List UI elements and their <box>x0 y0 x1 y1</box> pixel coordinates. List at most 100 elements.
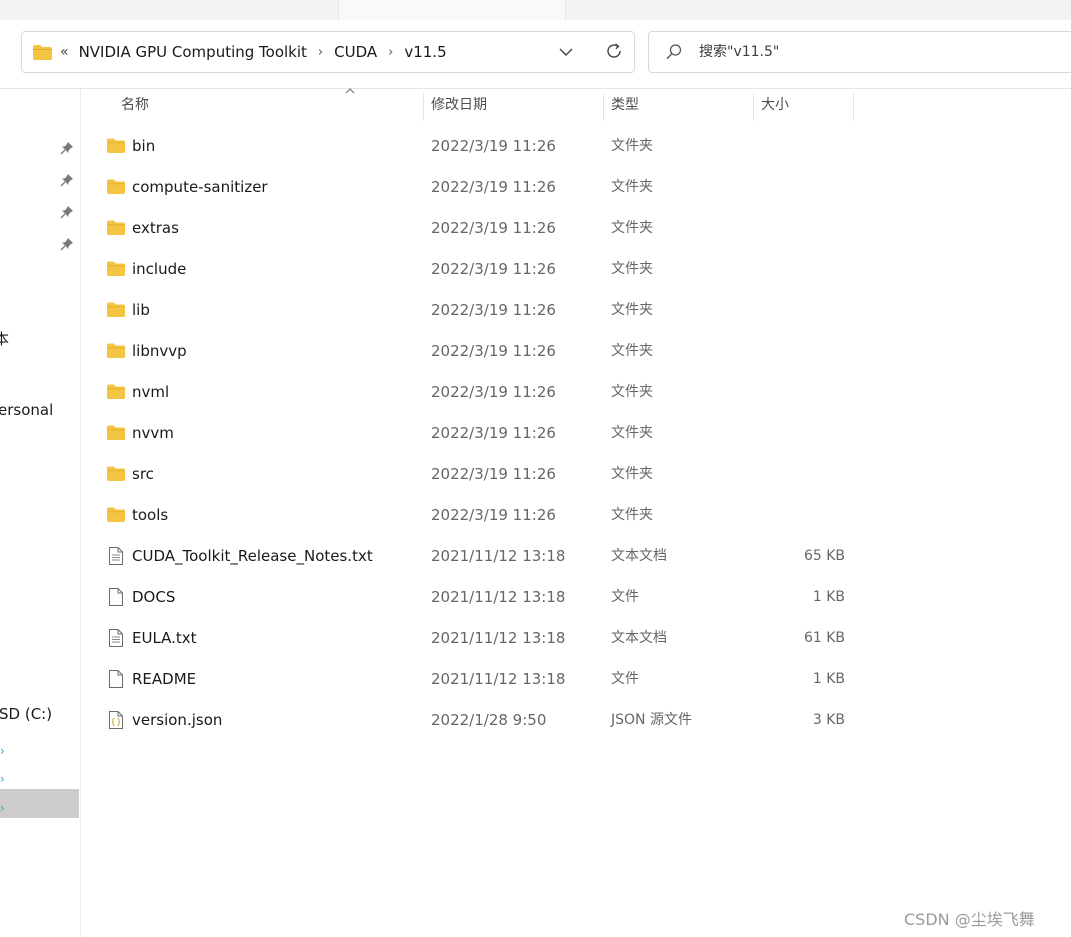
file-size: 3 KB <box>812 712 845 728</box>
column-header-date[interactable]: 修改日期 <box>431 89 487 121</box>
chevron-down-icon[interactable] <box>546 32 586 72</box>
search-box[interactable] <box>648 31 1071 73</box>
breadcrumb-overflow-button[interactable]: « <box>60 44 69 60</box>
file-row[interactable]: bin 2022/3/19 11:26 文件夹 <box>83 126 983 167</box>
file-name: EULA.txt <box>132 629 197 647</box>
pin-icon[interactable] <box>60 140 74 155</box>
folder-icon <box>106 423 126 443</box>
file-size: 61 KB <box>803 630 845 646</box>
file-row[interactable]: lib 2022/3/19 11:26 文件夹 <box>83 290 983 331</box>
file-name: compute-sanitizer <box>132 178 268 196</box>
folder-icon <box>106 464 126 484</box>
file-date: 2022/3/19 11:26 <box>431 465 556 483</box>
file-date: 2021/11/12 13:18 <box>431 629 566 647</box>
file-type: 文件夹 <box>611 261 653 277</box>
file-row[interactable]: src 2022/3/19 11:26 文件夹 <box>83 454 983 495</box>
file-size: 1 KB <box>812 671 845 687</box>
file-date: 2022/3/19 11:26 <box>431 260 556 278</box>
folder-icon <box>106 382 126 402</box>
nav-item-fragment[interactable]: ersonal <box>0 401 53 419</box>
file-name: DOCS <box>132 588 176 606</box>
file-type: 文件夹 <box>611 302 653 318</box>
folder-icon <box>106 505 126 525</box>
file-type: 文件夹 <box>611 425 653 441</box>
file-type: 文件夹 <box>611 466 653 482</box>
tab-strip[interactable] <box>338 0 566 20</box>
folder-icon <box>106 218 126 238</box>
column-header-size[interactable]: 大小 <box>761 89 789 121</box>
expand-arrow-icon[interactable]: › <box>0 801 5 815</box>
chevron-right-icon[interactable]: › <box>318 45 323 60</box>
column-header-name[interactable]: 名称 <box>121 89 149 121</box>
file-type: 文本文档 <box>611 548 667 564</box>
column-header-type[interactable]: 类型 <box>611 89 639 121</box>
file-type: JSON 源文件 <box>611 712 692 728</box>
expand-arrow-icon[interactable]: › <box>0 744 5 758</box>
file-date: 2022/1/28 9:50 <box>431 711 547 729</box>
file-type: 文件夹 <box>611 507 653 523</box>
file-row[interactable]: EULA.txt 2021/11/12 13:18 文本文档 61 KB <box>83 618 983 659</box>
breadcrumb-item[interactable]: v11.5 <box>404 43 446 61</box>
file-name: bin <box>132 137 156 155</box>
file-row[interactable]: extras 2022/3/19 11:26 文件夹 <box>83 208 983 249</box>
refresh-icon[interactable] <box>598 38 630 64</box>
navigation-pane[interactable]: 本 ersonal SD (C:) › › › <box>0 89 80 937</box>
file-name: extras <box>132 219 179 237</box>
breadcrumb: « NVIDIA GPU Computing Toolkit › CUDA › … <box>60 43 447 61</box>
file-type: 文件 <box>611 589 639 605</box>
pin-icon[interactable] <box>60 236 74 251</box>
nav-item-fragment[interactable]: 本 <box>0 328 9 349</box>
file-date: 2021/11/12 13:18 <box>431 547 566 565</box>
file-date: 2021/11/12 13:18 <box>431 670 566 688</box>
file-row[interactable]: nvml 2022/3/19 11:26 文件夹 <box>83 372 983 413</box>
file-row[interactable]: libnvvp 2022/3/19 11:26 文件夹 <box>83 331 983 372</box>
file-date: 2021/11/12 13:18 <box>431 588 566 606</box>
file-type: 文本文档 <box>611 630 667 646</box>
breadcrumb-item[interactable]: NVIDIA GPU Computing Toolkit <box>79 43 307 61</box>
search-input[interactable] <box>697 43 1041 61</box>
json-file-icon <box>106 710 126 730</box>
file-date: 2022/3/19 11:26 <box>431 178 556 196</box>
folder-icon <box>106 259 126 279</box>
nav-item-selected[interactable] <box>0 789 79 818</box>
file-row[interactable]: include 2022/3/19 11:26 文件夹 <box>83 249 983 290</box>
file-type: 文件夹 <box>611 220 653 236</box>
sort-ascending-icon <box>345 81 355 94</box>
file-type: 文件夹 <box>611 343 653 359</box>
pane-divider[interactable] <box>80 89 81 937</box>
folder-icon <box>33 44 52 60</box>
file-name: nvml <box>132 383 170 401</box>
file-date: 2022/3/19 11:26 <box>431 424 556 442</box>
file-type: 文件夹 <box>611 138 653 154</box>
watermark: CSDN @尘埃飞舞 <box>904 910 1035 929</box>
file-list: bin 2022/3/19 11:26 文件夹 compute-sanitizer 20… <box>83 126 983 741</box>
nav-item-local-disk-c[interactable]: SD (C:) <box>0 705 52 723</box>
breadcrumb-item[interactable]: CUDA <box>334 43 377 61</box>
file-name: src <box>132 465 154 483</box>
pin-icon[interactable] <box>60 204 74 219</box>
folder-icon <box>106 177 126 197</box>
pin-icon[interactable] <box>60 172 74 187</box>
folder-icon <box>106 341 126 361</box>
file-row[interactable]: compute-sanitizer 2022/3/19 11:26 文件夹 <box>83 167 983 208</box>
column-divider[interactable] <box>423 93 424 121</box>
file-date: 2022/3/19 11:26 <box>431 506 556 524</box>
chevron-right-icon[interactable]: › <box>388 45 393 60</box>
column-divider[interactable] <box>603 93 604 121</box>
column-divider[interactable] <box>753 93 754 121</box>
folder-icon <box>106 300 126 320</box>
file-row[interactable]: DOCS 2021/11/12 13:18 文件 1 KB <box>83 577 983 618</box>
file-row[interactable]: tools 2022/3/19 11:26 文件夹 <box>83 495 983 536</box>
column-divider[interactable] <box>853 93 854 121</box>
expand-arrow-icon[interactable]: › <box>0 772 5 786</box>
file-icon <box>106 587 126 607</box>
file-row[interactable]: nvvm 2022/3/19 11:26 文件夹 <box>83 413 983 454</box>
file-name: version.json <box>132 711 223 729</box>
file-row[interactable]: CUDA_Toolkit_Release_Notes.txt 2021/11/12… <box>83 536 983 577</box>
address-bar[interactable]: « NVIDIA GPU Computing Toolkit › CUDA › … <box>21 31 635 73</box>
file-row[interactable]: version.json 2022/1/28 9:50 JSON 源文件 3 KB <box>83 700 983 741</box>
file-row[interactable]: README 2021/11/12 13:18 文件 1 KB <box>83 659 983 700</box>
column-headers: 名称 修改日期 类型 大小 <box>83 88 1071 121</box>
folder-icon <box>106 136 126 156</box>
title-bar-strip <box>0 0 1071 20</box>
